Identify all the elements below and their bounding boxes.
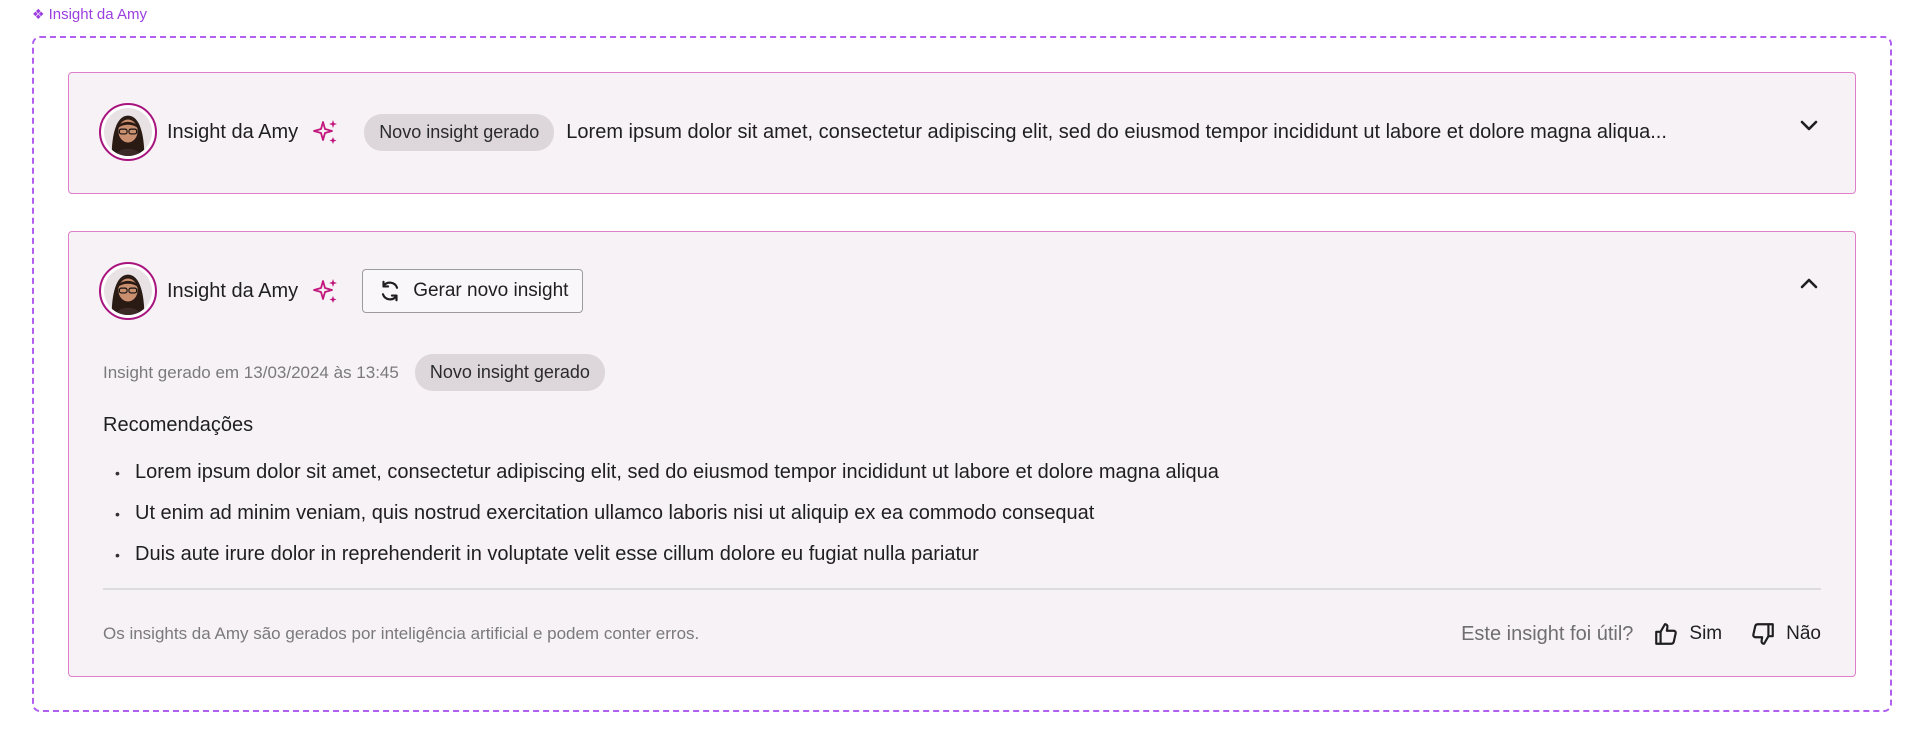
- recommendations-title: Recomendações: [103, 414, 254, 436]
- recommendation-text: Duis aute irure dolor in reprehenderit i…: [135, 543, 979, 565]
- avatar: [99, 262, 157, 320]
- generated-timestamp: Insight gerado em 13/03/2024 às 13:45: [103, 362, 399, 382]
- bullet-icon: •: [115, 464, 120, 481]
- thumbs-up-icon: [1653, 621, 1679, 647]
- component-diamond-icon: ❖: [32, 6, 45, 22]
- insight-card-expanded: Insight da Amy Gerar novo insight Insigh…: [68, 231, 1856, 677]
- divider: [103, 588, 1821, 590]
- feedback-yes-label: Sim: [1689, 623, 1723, 644]
- regenerate-label: Gerar novo insight: [413, 280, 569, 301]
- component-label-text: Insight da Amy: [48, 6, 147, 23]
- list-item: • Lorem ipsum dolor sit amet, consectetur…: [115, 452, 1219, 493]
- recommendation-text: Ut enim ad minim veniam, quis nostrud ex…: [135, 502, 1095, 524]
- refresh-icon: [377, 278, 403, 304]
- bullet-icon: •: [115, 546, 120, 563]
- feedback-no-label: Não: [1786, 623, 1821, 644]
- regenerate-insight-button[interactable]: Gerar novo insight: [362, 269, 584, 313]
- component-label: ❖ Insight da Amy: [32, 6, 147, 23]
- meta-row: Insight gerado em 13/03/2024 às 13:45 No…: [103, 354, 605, 391]
- list-item: • Ut enim ad minim veniam, quis nostrud e…: [115, 493, 1219, 534]
- insight-preview: Lorem ipsum dolor sit amet, consectetur …: [566, 120, 1667, 143]
- card-footer: Os insights da Amy são gerados por intel…: [103, 612, 1821, 656]
- sparkle-icon: [312, 277, 340, 305]
- recommendations-list: • Lorem ipsum dolor sit amet, consectetur…: [115, 452, 1219, 575]
- feedback-no-button[interactable]: Não: [1750, 621, 1821, 647]
- thumbs-down-icon: [1750, 621, 1776, 647]
- feedback-yes-button[interactable]: Sim: [1653, 621, 1722, 647]
- card-header: Insight da Amy Novo insight gerado Lorem…: [99, 103, 1825, 161]
- status-chip: Novo insight gerado: [414, 354, 605, 391]
- avatar-portrait-icon: [104, 267, 152, 315]
- avatar-portrait-icon: [104, 108, 152, 156]
- avatar: [99, 103, 157, 161]
- card-title: Insight da Amy: [167, 279, 299, 302]
- card-title: Insight da Amy: [167, 120, 299, 143]
- sparkle-icon: [312, 118, 340, 146]
- insight-card-collapsed[interactable]: Insight da Amy Novo insight gerado Lorem…: [68, 72, 1856, 194]
- list-item: • Duis aute irure dolor in reprehenderit …: [115, 534, 1219, 575]
- chevron-up-icon[interactable]: [1797, 272, 1821, 296]
- card-header: Insight da Amy Gerar novo insight: [99, 262, 1825, 320]
- ai-disclaimer: Os insights da Amy são gerados por intel…: [103, 624, 700, 643]
- feedback-question: Este insight foi útil?: [1461, 622, 1634, 645]
- status-chip: Novo insight gerado: [364, 113, 555, 151]
- chevron-down-icon[interactable]: [1797, 113, 1821, 137]
- bullet-icon: •: [115, 505, 120, 522]
- recommendation-text: Lorem ipsum dolor sit amet, consectetur …: [135, 461, 1219, 483]
